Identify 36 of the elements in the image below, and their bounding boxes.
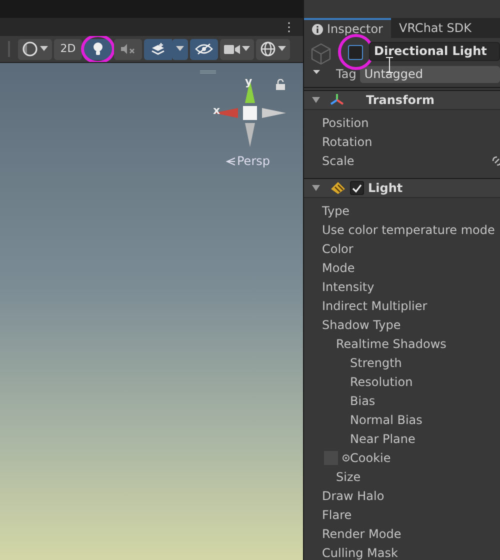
property-label: Resolution <box>350 374 413 390</box>
property-label: Normal Bias <box>350 412 422 428</box>
property-label: Indirect Multiplier <box>322 298 428 314</box>
axis-label: x <box>213 103 220 119</box>
mode-2d-button[interactable]: 2D <box>54 38 82 60</box>
property-label: Type <box>322 202 350 220</box>
component-title: Transform <box>366 92 434 109</box>
more-menu-button[interactable]: ⋮ <box>283 21 295 33</box>
property-label: Shadow Type <box>322 316 401 334</box>
component-header[interactable]: Light <box>304 178 500 198</box>
property-label: Cookie <box>350 450 391 466</box>
tag-label: Tag <box>336 66 356 83</box>
property-label: Rotation <box>322 134 372 150</box>
property-label: Culling Mask <box>322 544 398 560</box>
property-label: Bias <box>350 392 376 410</box>
panel-tab[interactable]: VRChat SDK <box>390 18 480 38</box>
name-field[interactable]: Directional Light <box>369 42 500 61</box>
component-header[interactable]: Transform <box>304 90 500 110</box>
property-label: Size <box>336 468 361 486</box>
property-label: Position <box>322 114 369 132</box>
property-label: Near Plane <box>350 430 416 448</box>
property-label: Render Mode <box>322 526 402 542</box>
property-label: Mode <box>322 260 355 276</box>
property-label: Scale <box>322 152 354 170</box>
property-label: Draw Halo <box>322 488 384 504</box>
property-label: Strength <box>350 354 402 372</box>
axis-label: y <box>245 74 252 90</box>
property-label: Color <box>322 240 354 258</box>
property-label: Intensity <box>322 278 374 296</box>
scene-view[interactable]: x y Persp <box>0 63 303 560</box>
tag-dropdown[interactable]: Untagged <box>360 66 500 82</box>
property-label: Flare <box>322 506 352 524</box>
property-label: Realtime Shadows <box>336 336 446 352</box>
component-title: Light <box>368 180 403 197</box>
property-label: Use color temperature mode <box>322 222 495 238</box>
panel-tab[interactable]: Inspector <box>304 18 391 38</box>
